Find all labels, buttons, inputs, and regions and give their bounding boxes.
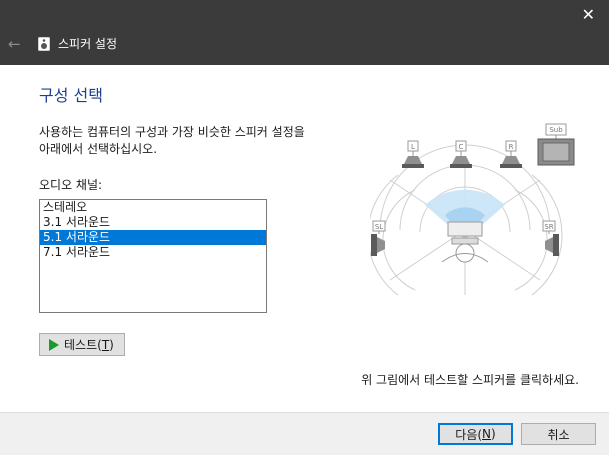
channel-option-5-1[interactable]: 5.1 서라운드 xyxy=(40,230,266,245)
audio-channel-list[interactable]: 스테레오 3.1 서라운드 5.1 서라운드 7.1 서라운드 xyxy=(39,199,267,313)
back-arrow-icon[interactable]: ← xyxy=(8,36,21,52)
test-button-suffix: ) xyxy=(109,337,114,352)
speaker-app-icon xyxy=(38,37,50,51)
cancel-button[interactable]: 취소 xyxy=(521,423,596,445)
audio-channel-label: 오디오 채널: xyxy=(39,178,103,192)
next-button-suffix: ) xyxy=(491,427,496,441)
speaker-label-sr: SR xyxy=(544,223,553,231)
speaker-subwoofer[interactable]: Sub xyxy=(537,123,575,166)
next-button[interactable]: 다음(N) xyxy=(438,423,513,445)
speaker-label-l: L xyxy=(411,143,415,151)
speaker-diagram[interactable]: L C R Sub SL SR xyxy=(370,120,590,300)
title-bar: ✕ ← 스피커 설정 xyxy=(0,0,609,65)
speaker-label-sub: Sub xyxy=(549,126,563,134)
channel-option-7-1[interactable]: 7.1 서라운드 xyxy=(40,245,266,260)
next-button-label: 다음( xyxy=(455,427,483,442)
speaker-label-c: C xyxy=(459,143,464,151)
description-line: 사용하는 컴퓨터의 구성과 가장 비슷한 스피커 설정을 xyxy=(39,125,305,139)
speaker-label-r: R xyxy=(509,143,514,151)
listener-seat xyxy=(451,237,479,245)
listener-chair xyxy=(447,221,483,237)
speaker-front-left[interactable]: L xyxy=(402,140,424,168)
test-button-mnemonic: T xyxy=(101,337,110,352)
test-button[interactable]: 테스트(T) xyxy=(39,333,125,356)
next-button-mnemonic: N xyxy=(482,427,492,441)
speaker-surround-right[interactable]: SR xyxy=(542,220,559,256)
page-description: 사용하는 컴퓨터의 구성과 가장 비슷한 스피커 설정을 아래에서 선택하십시오… xyxy=(39,124,339,158)
window-title: 스피커 설정 xyxy=(58,37,118,51)
speaker-label-sl: SL xyxy=(375,223,383,231)
description-line: 아래에서 선택하십시오. xyxy=(39,142,158,156)
channel-option-3-1[interactable]: 3.1 서라운드 xyxy=(40,215,266,230)
test-button-label: 테스트( xyxy=(64,338,102,352)
test-hint-text: 위 그림에서 테스트할 스피커를 클릭하세요. xyxy=(361,373,579,387)
channel-option-stereo[interactable]: 스테레오 xyxy=(40,200,266,215)
page-heading: 구성 선택 xyxy=(39,86,103,105)
footer-bar: 다음(N) 취소 xyxy=(0,412,609,455)
play-icon xyxy=(49,338,59,351)
close-icon[interactable]: ✕ xyxy=(582,6,595,24)
